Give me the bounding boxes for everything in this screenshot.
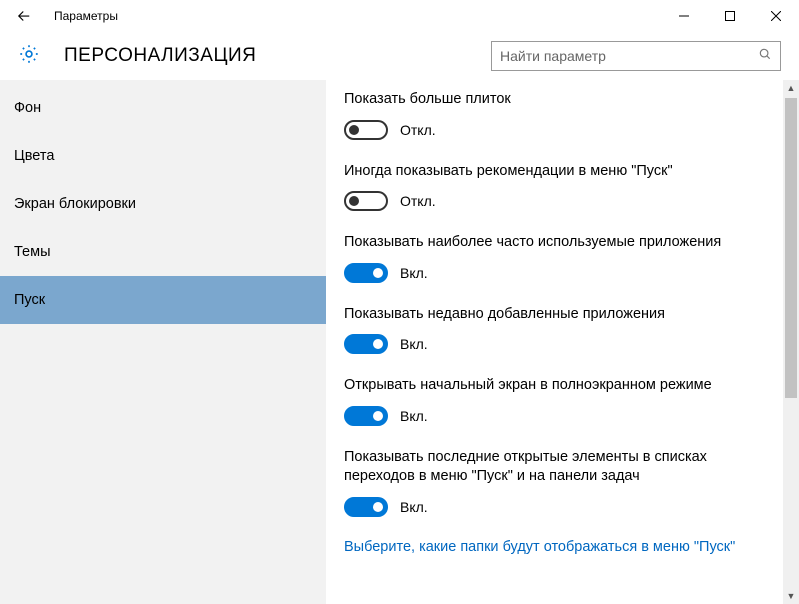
scrollbar-thumb[interactable] [785,98,797,398]
toggle-knob [349,196,359,206]
sidebar-item-label: Темы [14,244,51,260]
setting-3: Показывать недавно добавленные приложени… [344,305,775,355]
window-controls [661,0,799,32]
sidebar-item-0[interactable]: Фон [0,84,326,132]
sidebar-item-label: Фон [14,100,41,116]
sidebar-item-3[interactable]: Темы [0,228,326,276]
toggle-row: Откл. [344,191,775,211]
sidebar-item-4[interactable]: Пуск [0,276,326,324]
maximize-button[interactable] [707,0,753,32]
toggle-state-label: Откл. [400,122,436,138]
back-button[interactable] [8,0,40,32]
setting-label: Показывать наиболее часто используемые п… [344,233,775,253]
maximize-icon [725,11,735,21]
setting-label: Показывать последние открытые элементы в… [344,448,775,487]
toggle-switch[interactable] [344,406,388,426]
toggle-knob [373,339,383,349]
header: ПЕРСОНАЛИЗАЦИЯ [0,32,799,80]
setting-label: Показывать недавно добавленные приложени… [344,305,775,325]
sidebar-item-label: Цвета [14,148,54,164]
scrollbar-up-icon[interactable]: ▲ [783,80,799,96]
minimize-icon [679,11,689,21]
toggle-row: Вкл. [344,406,775,426]
content-pane: Показать больше плиток Откл. Иногда показы… [326,80,799,604]
toggle-switch[interactable] [344,497,388,517]
setting-2: Показывать наиболее часто используемые п… [344,233,775,283]
toggle-knob [373,502,383,512]
toggle-row: Вкл. [344,334,775,354]
toggle-knob [349,125,359,135]
toggle-state-label: Вкл. [400,265,428,281]
setting-label: Иногда показывать рекомендации в меню "П… [344,162,775,182]
toggle-state-label: Вкл. [400,408,428,424]
sidebar-item-1[interactable]: Цвета [0,132,326,180]
toggle-row: Вкл. [344,263,775,283]
toggle-knob [373,411,383,421]
search-box[interactable] [491,41,781,71]
setting-5: Показывать последние открытые элементы в… [344,448,775,517]
setting-1: Иногда показывать рекомендации в меню "П… [344,162,775,212]
sidebar: Фон Цвета Экран блокировки Темы Пуск [0,80,326,604]
titlebar: Параметры [0,0,799,32]
sidebar-item-label: Пуск [14,292,45,308]
close-icon [771,11,781,21]
gear-icon [18,43,40,70]
setting-label: Открывать начальный экран в полноэкранно… [344,376,775,396]
minimize-button[interactable] [661,0,707,32]
body: Фон Цвета Экран блокировки Темы Пуск Показат… [0,80,799,604]
setting-4: Открывать начальный экран в полноэкранно… [344,376,775,426]
toggle-state-label: Вкл. [400,336,428,352]
close-button[interactable] [753,0,799,32]
back-arrow-icon [15,7,33,25]
toggle-state-label: Вкл. [400,499,428,515]
scrollbar-down-icon[interactable]: ▼ [783,588,799,604]
toggle-switch[interactable] [344,334,388,354]
toggle-switch[interactable] [344,263,388,283]
toggle-switch[interactable] [344,120,388,140]
setting-label: Показать больше плиток [344,90,775,110]
sidebar-item-label: Экран блокировки [14,196,136,212]
toggle-switch[interactable] [344,191,388,211]
setting-0: Показать больше плиток Откл. [344,90,775,140]
search-icon [758,47,772,66]
folders-link[interactable]: Выберите, какие папки будут отображаться… [344,539,775,555]
sidebar-item-2[interactable]: Экран блокировки [0,180,326,228]
page-title: ПЕРСОНАЛИЗАЦИЯ [64,45,491,67]
toggle-row: Откл. [344,120,775,140]
search-input[interactable] [500,48,758,64]
toggle-knob [373,268,383,278]
toggle-row: Вкл. [344,497,775,517]
toggle-state-label: Откл. [400,193,436,209]
scrollbar[interactable]: ▲ ▼ [783,80,799,604]
window-title: Параметры [54,9,118,23]
